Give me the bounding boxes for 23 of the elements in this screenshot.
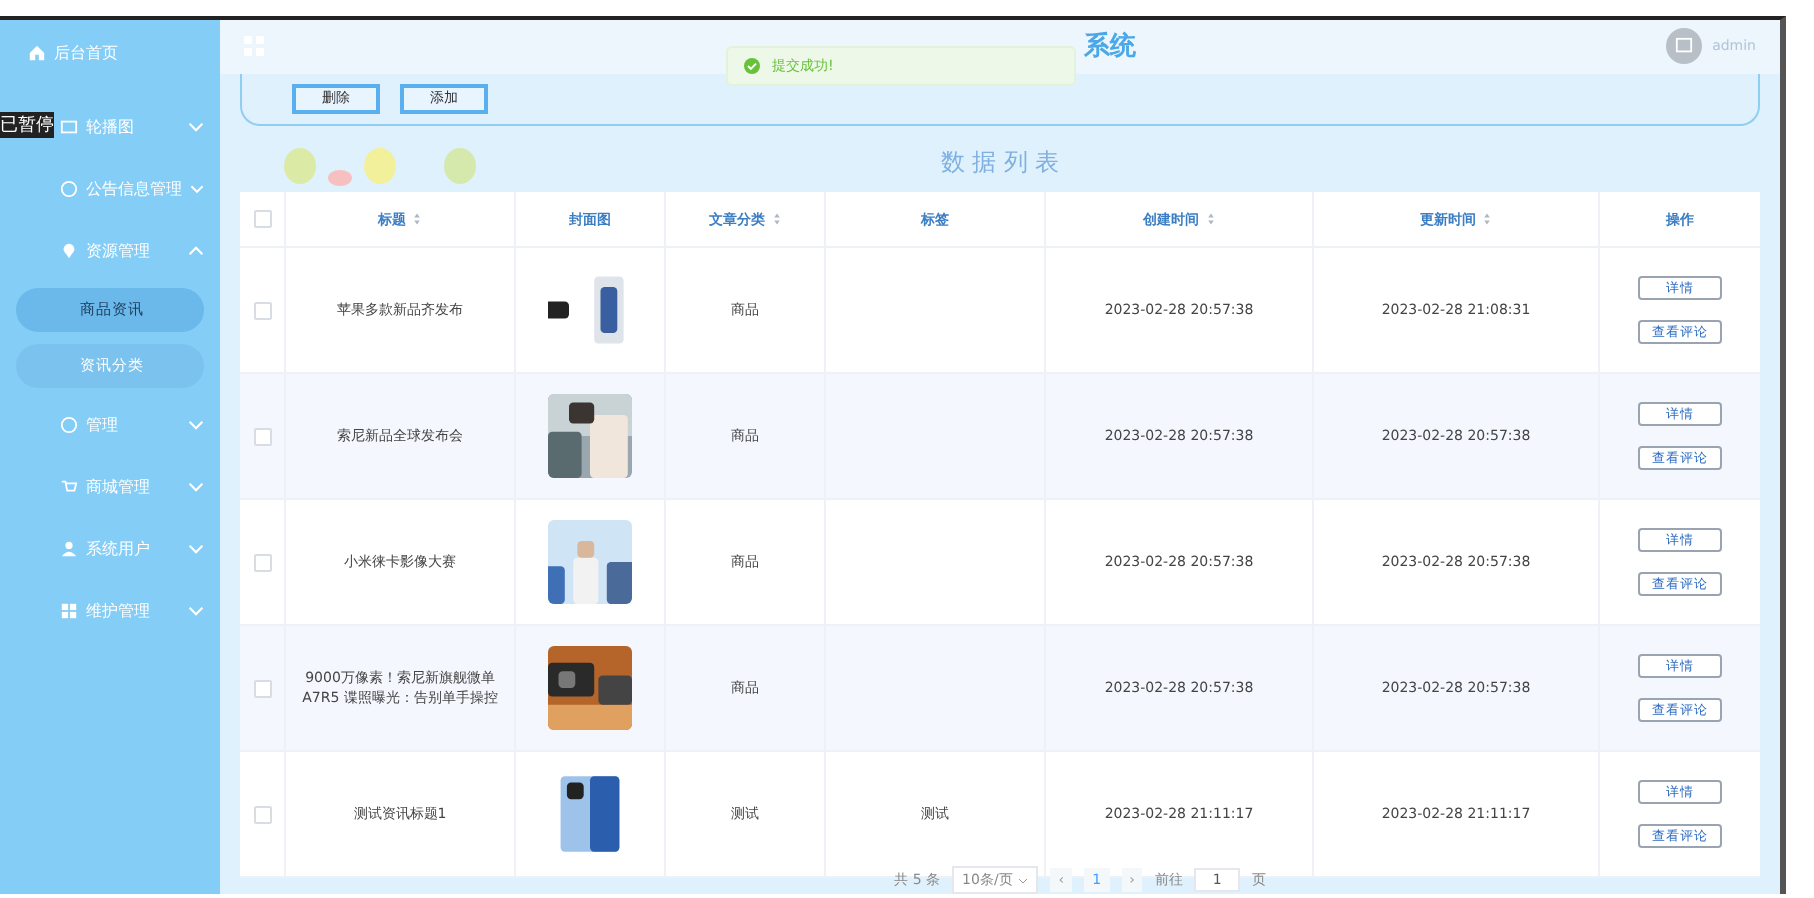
row-checkbox[interactable] bbox=[253, 805, 271, 823]
system-title: 系统 bbox=[1084, 29, 1136, 65]
user-icon bbox=[60, 540, 78, 558]
grid-icon bbox=[60, 602, 78, 620]
paused-badge: 已暂停 bbox=[0, 112, 54, 138]
sort-icon[interactable] bbox=[1482, 212, 1492, 226]
sort-icon[interactable] bbox=[412, 212, 422, 226]
avatar-icon[interactable] bbox=[1666, 28, 1703, 65]
home-icon bbox=[28, 43, 46, 61]
row-checkbox[interactable] bbox=[253, 679, 271, 697]
row-checkbox[interactable] bbox=[253, 553, 271, 571]
sort-icon[interactable] bbox=[1205, 212, 1215, 226]
image-icon bbox=[60, 118, 78, 136]
select-all-checkbox[interactable] bbox=[253, 210, 271, 228]
success-icon bbox=[744, 58, 760, 74]
row-checkbox[interactable] bbox=[253, 301, 271, 319]
row-checkbox[interactable] bbox=[253, 427, 271, 445]
caret-icon bbox=[1018, 877, 1029, 883]
sort-icon[interactable] bbox=[771, 212, 781, 226]
info-icon bbox=[60, 180, 78, 198]
cart-icon bbox=[60, 478, 78, 496]
list-title: 数 据 列 表 bbox=[940, 146, 1060, 180]
pin-icon bbox=[60, 242, 78, 260]
